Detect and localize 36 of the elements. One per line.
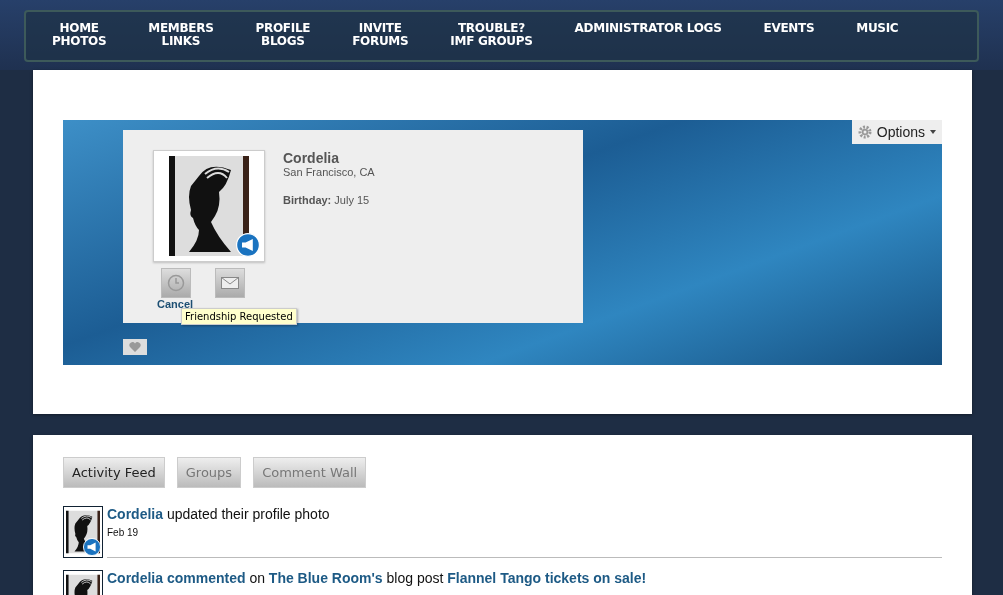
caret-icon	[930, 130, 936, 134]
profile-location: San Francisco, CA	[283, 166, 375, 178]
envelope-icon	[221, 277, 239, 289]
nav-link[interactable]: FORUMS	[352, 35, 409, 48]
activity-link[interactable]: Flannel Tango tickets on sale!	[447, 570, 647, 586]
activity-text: Cordelia updated their profile photo	[107, 506, 331, 522]
activity-link[interactable]: Cordelia	[107, 506, 163, 522]
nav-link[interactable]: PROFILE	[255, 22, 311, 35]
nav-link[interactable]: LINKS	[161, 35, 201, 48]
options-button[interactable]: Options	[851, 120, 942, 144]
nav-link[interactable]: HOME	[59, 22, 99, 35]
cancel-link[interactable]: Cancel	[157, 298, 265, 310]
nav-link[interactable]: BLOGS	[261, 35, 305, 48]
activity-link[interactable]: The Blue Room's	[268, 570, 383, 586]
nav-link[interactable]: EVENTS	[763, 22, 815, 35]
nav-link[interactable]: IMF GROUPS	[450, 35, 533, 48]
clock-icon	[167, 274, 185, 292]
profile-name: Cordelia	[283, 150, 340, 166]
nav-link[interactable]: PHOTOS	[52, 35, 107, 48]
nav-link[interactable]: MEMBERS	[148, 22, 214, 35]
gear-icon	[857, 125, 872, 139]
activity-text: Cordelia commented on The Blue Room's blog post Flannel Tango tickets on sale!	[107, 570, 648, 586]
nav-link[interactable]: ADMINISTRATOR LOGS	[574, 22, 722, 35]
birthday-text: Birthday: July 15	[283, 194, 371, 206]
heart-icon	[129, 342, 141, 352]
clock-button[interactable]	[161, 268, 191, 298]
like-button[interactable]	[123, 339, 147, 355]
nav-link[interactable]: MUSIC	[856, 22, 899, 35]
message-button[interactable]	[215, 268, 245, 298]
nav-link[interactable]: TROUBLE?	[458, 22, 525, 35]
tab[interactable]: Activity Feed	[63, 457, 165, 488]
megaphone-badge-icon	[236, 233, 260, 257]
activity-date: Feb 19	[107, 527, 140, 538]
tooltip: Friendship Requested	[181, 308, 297, 325]
activity-link[interactable]: Cordelia commented	[107, 570, 246, 586]
nav-link[interactable]: INVITE	[358, 22, 402, 35]
